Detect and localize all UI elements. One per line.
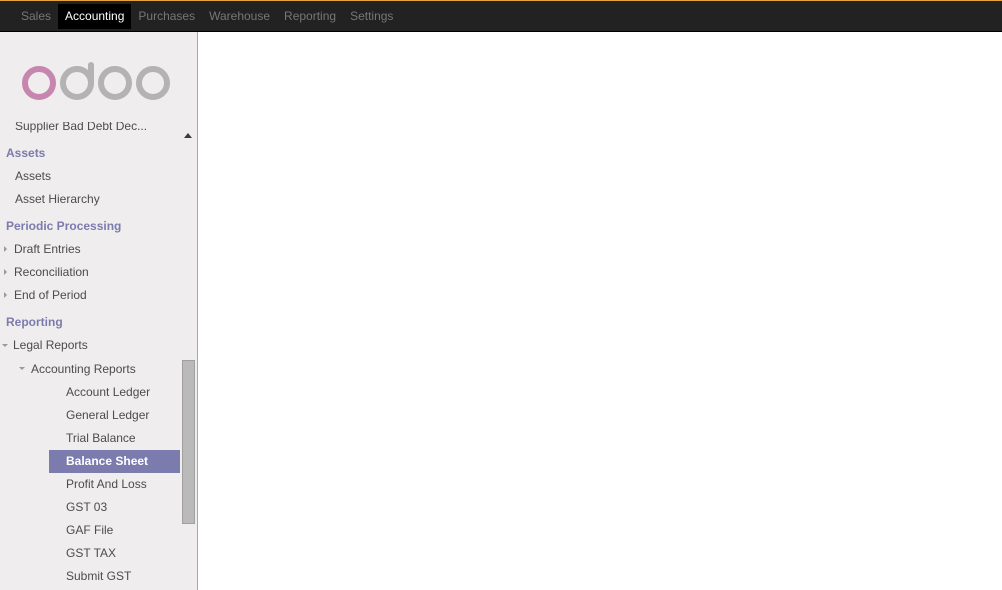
- top-menu: Sales Accounting Purchases Warehouse Rep…: [14, 4, 400, 29]
- menu-warehouse[interactable]: Warehouse: [202, 4, 277, 29]
- sidebar-item-submit-gst[interactable]: Submit GST: [0, 565, 181, 588]
- sidebar-item-end-of-period[interactable]: End of Period: [0, 284, 181, 307]
- sidebar-item-accounting-reports[interactable]: Accounting Reports: [0, 357, 181, 381]
- sidebar-item-general-ledger[interactable]: General Ledger: [0, 404, 181, 427]
- sidebar-item-label: Legal Reports: [13, 338, 88, 352]
- sidebar-item-gaf-file[interactable]: GAF File: [0, 519, 181, 542]
- sidebar-item-account-ledger[interactable]: Account Ledger: [0, 381, 181, 404]
- expand-arrow-icon: [4, 292, 7, 298]
- sidebar-item-label: Reconciliation: [14, 265, 89, 279]
- sidebar-item-label: Draft Entries: [14, 242, 81, 256]
- menu-purchases[interactable]: Purchases: [131, 4, 202, 29]
- sidebar-item-legal-reports[interactable]: Legal Reports: [0, 334, 181, 357]
- sidebar-item-reconciliation[interactable]: Reconciliation: [0, 261, 181, 284]
- sidebar-item-label: Accounting Reports: [31, 362, 136, 376]
- sidebar-scrollbar-thumb[interactable]: [182, 360, 195, 524]
- section-assets: Assets: [6, 146, 46, 160]
- expand-arrow-icon: [4, 269, 7, 275]
- sidebar-item-draft-entries[interactable]: Draft Entries: [0, 238, 181, 261]
- sidebar-item-profit-and-loss[interactable]: Profit And Loss: [0, 473, 181, 496]
- section-reporting: Reporting: [6, 315, 63, 329]
- sidebar-item-balance-sheet[interactable]: Balance Sheet: [49, 450, 180, 473]
- top-menu-bar: Sales Accounting Purchases Warehouse Rep…: [0, 0, 1002, 32]
- sidebar-item-gst-03[interactable]: GST 03: [0, 496, 181, 519]
- sidebar-menu-list: Supplier Bad Debt Dec... Assets Assets A…: [0, 117, 181, 588]
- menu-accounting[interactable]: Accounting: [58, 4, 132, 29]
- menu-sales[interactable]: Sales: [14, 4, 58, 29]
- sidebar-item-trial-balance[interactable]: Trial Balance: [0, 427, 181, 450]
- sidebar-item-gst-tax[interactable]: GST TAX: [0, 542, 181, 565]
- sidebar: Supplier Bad Debt Dec... Assets Assets A…: [0, 32, 198, 590]
- menu-reporting[interactable]: Reporting: [277, 4, 343, 29]
- collapse-arrow-icon: [2, 344, 8, 347]
- sidebar-item-assets[interactable]: Assets: [0, 165, 181, 188]
- section-periodic-processing: Periodic Processing: [6, 219, 122, 233]
- sidebar-item-asset-hierarchy[interactable]: Asset Hierarchy: [0, 188, 181, 211]
- main-content: [198, 32, 1002, 590]
- scroll-up-arrow-icon[interactable]: [184, 133, 192, 138]
- menu-settings[interactable]: Settings: [343, 4, 400, 29]
- expand-arrow-icon: [4, 246, 7, 252]
- odoo-logo[interactable]: [0, 32, 197, 122]
- odoo-logo-icon: [22, 62, 170, 100]
- sidebar-item-label: End of Period: [14, 288, 87, 302]
- collapse-arrow-icon: [19, 367, 25, 370]
